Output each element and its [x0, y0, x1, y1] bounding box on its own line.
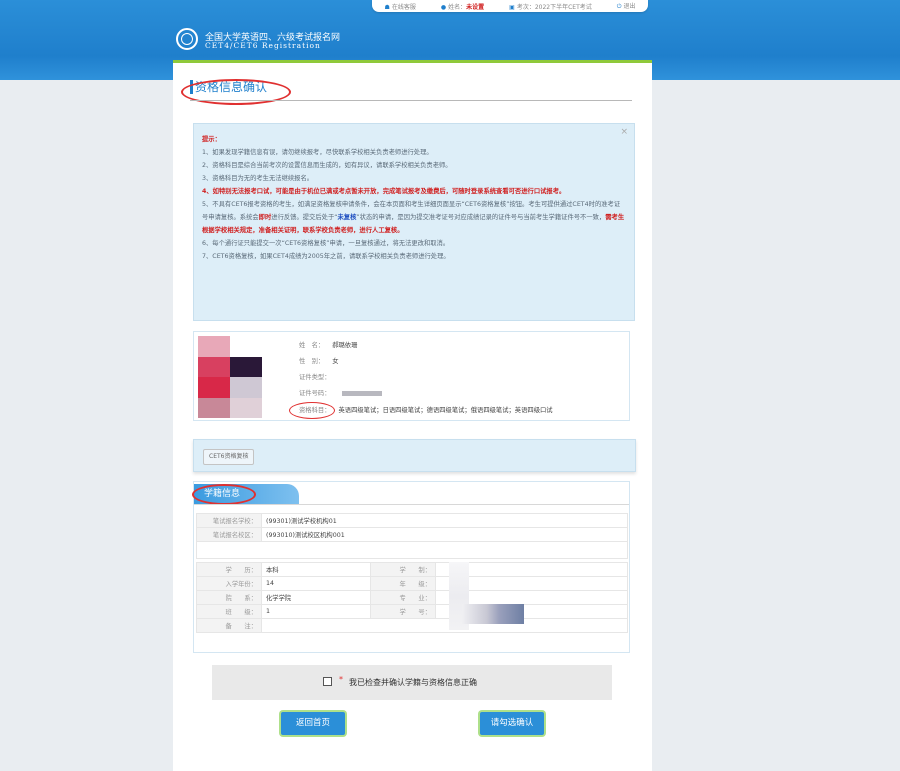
profile-gender: 性 别：女 — [299, 358, 339, 365]
notice-item-important: 4、如特别无法报考口试，可能是由于机位已满或考点暂未开放，完成笔试报考及缴费后，… — [202, 188, 566, 195]
redacted-block — [342, 390, 383, 396]
annotation-ellipse — [289, 402, 335, 419]
page-title: 资格信息确认 — [190, 80, 267, 94]
user-name-info: ● 姓名：未设置 — [440, 3, 485, 11]
notice-heading: 提示： — [202, 136, 221, 143]
cet6-review-button[interactable]: CET6资格复核 — [203, 449, 255, 465]
school-campus-table: 笔试报名学校： (99301)测试学校机构01 笔试报名校区： (993010)… — [196, 513, 628, 559]
notice-item: 2、资格科目是综合当前考次的设置信息而生成的，如有异议，请联系学校相关负责老师。 — [202, 162, 452, 169]
profile-subjects: 资格科目： 英语四级笔试；日语四级笔试；德语四级笔试；俄语四级笔试；英语四级口试 — [299, 407, 553, 414]
table-value: (99301)测试学校机构01 — [261, 513, 628, 528]
confirm-panel: * 我已检查并确认学籍与资格信息正确 — [212, 665, 612, 700]
profile-name: 姓 名： 郝璐依珊 — [299, 342, 358, 349]
profile-id-type: 证件类型： — [299, 374, 331, 381]
table-row: 院 系： 化学学院 专 业： — [196, 590, 628, 605]
avatar — [198, 336, 262, 418]
site-subtitle: CET4/CET6 Registration — [205, 41, 321, 50]
school-info-panel: 学籍信息 笔试报名学校： (99301)测试学校机构01 笔试报名校区： (99… — [192, 481, 630, 653]
notice-item: 6、每个通行证只能提交一次“CET6资格复核”申请，一旦复核通过，将无法更改和取… — [202, 240, 450, 247]
table-label: 笔试报名校区： — [196, 527, 262, 542]
online-service-link[interactable]: ☗ 在线客服 — [384, 2, 415, 11]
notice-box: × 提示： 1、如果发现学籍信息有误，请勿继续报考，尽快联系学校相关负责老师进行… — [193, 123, 635, 321]
table-row: 学 历： 本科 学 制： — [196, 562, 628, 577]
main-panel: 资格信息确认 × 提示： 1、如果发现学籍信息有误，请勿继续报考，尽快联系学校相… — [173, 60, 652, 771]
required-mark: * — [339, 675, 343, 684]
user-icon: ● — [440, 3, 447, 11]
table-row: 班 级： 1 学 号： — [196, 604, 628, 619]
logout-icon: ⏻ — [616, 3, 622, 10]
top-status-bar: ☗ 在线客服 ● 姓名：未设置 ▣ 考次：2022下半年CET考试 ⏻ 退出 — [372, 0, 648, 12]
student-detail-table: 学 历： 本科 学 制： 入学年份： 14 年 级： 院 系： 化学学院 专 业… — [196, 562, 628, 633]
confirm-label: 我已检查并确认学籍与资格信息正确 — [349, 678, 477, 687]
logout-link[interactable]: ⏻ 退出 — [617, 1, 636, 11]
table-row: 笔试报名校区： (993010)测试校区机构001 — [196, 527, 628, 542]
confirm-button[interactable]: 请勾选确认 — [480, 712, 544, 735]
notice-item: 5、不具有CET6报考资格的考生，如满足资格复核申请条件，会在本页面和考生详细页… — [202, 201, 625, 234]
table-label: 笔试报名学校： — [196, 513, 262, 528]
cet6-review-panel: CET6资格复核 — [193, 439, 636, 472]
headset-icon: ☗ — [384, 3, 390, 11]
confirm-checkbox[interactable] — [323, 677, 332, 686]
close-icon[interactable]: × — [620, 126, 628, 139]
user-name-value: 未设置 — [466, 3, 485, 11]
notice-item: 1、如果发现学籍信息有误，请勿继续报考，尽快联系学校相关负责老师进行处理。 — [202, 149, 433, 156]
notice-item: 3、资格科目为无的考生无法继续报名。 — [202, 175, 314, 182]
tab-divider — [194, 504, 629, 505]
session-info: ▣ 考次：2022下半年CET考试 — [509, 3, 592, 11]
table-row: 备 注： — [196, 618, 628, 633]
title-divider — [190, 100, 632, 101]
table-row — [196, 541, 628, 559]
back-home-button[interactable]: 返回首页 — [281, 712, 345, 735]
annotation-ellipse — [192, 484, 256, 505]
profile-card: 姓 名： 郝璐依珊 性 别：女 证件类型： 证件号码： 资格科目： 英语四级笔试；日… — [193, 331, 630, 421]
table-value: (993010)测试校区机构001 — [261, 527, 628, 542]
cet-logo-icon — [176, 28, 198, 50]
notice-item: 7、CET6资格复核，如果CET4成绩为2005年之前，请联系学校相关负责老师进… — [202, 253, 450, 260]
table-row: 笔试报名学校： (99301)测试学校机构01 — [196, 513, 628, 528]
calendar-icon: ▣ — [509, 3, 515, 11]
redacted-block — [462, 604, 524, 624]
profile-id-number: 证件号码： — [299, 388, 383, 397]
table-row: 入学年份： 14 年 级： — [196, 576, 628, 591]
